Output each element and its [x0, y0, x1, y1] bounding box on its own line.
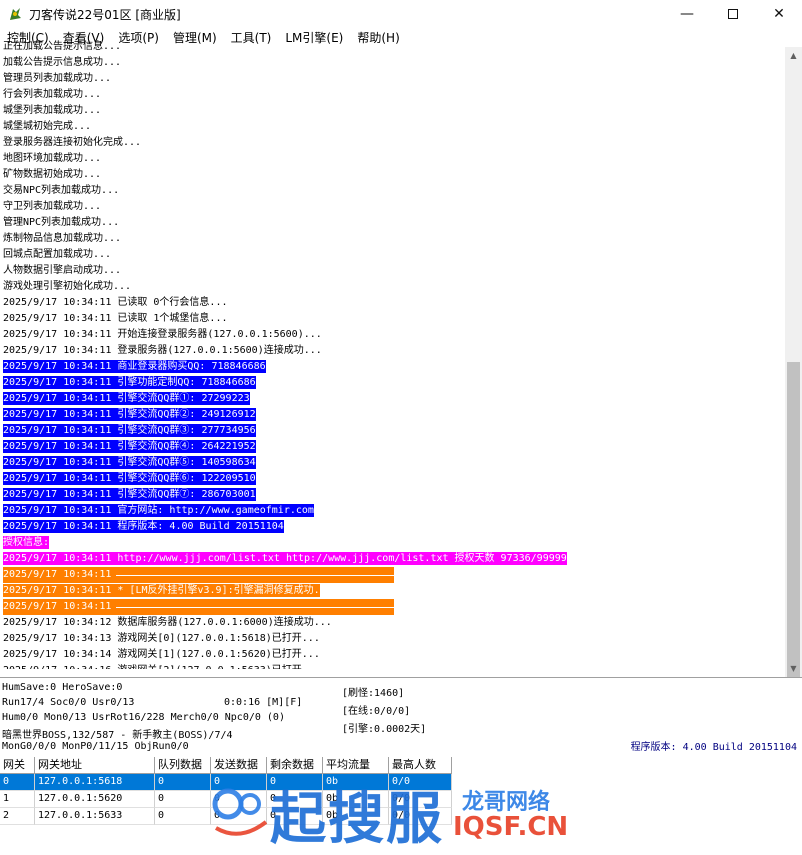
log-line: 矿物数据初始成功...: [3, 169, 102, 180]
table-row[interactable]: 1 127.0.0.1:5620 0 0 0 0b 0/0: [0, 791, 452, 808]
table-cell: 0: [211, 774, 267, 791]
col-header-gate[interactable]: 网关: [0, 757, 35, 774]
log-line: 管理NPC列表加载成功...: [3, 217, 120, 228]
scroll-up-button[interactable]: ▲: [785, 47, 802, 64]
table-cell: 0/0: [389, 808, 452, 825]
log-line: 登录服务器连接初始化完成...: [3, 137, 142, 148]
app-icon: [10, 8, 21, 20]
log-line: 2025/9/17 10:34:11 已读取 1个城堡信息...: [3, 313, 228, 324]
chevron-up-icon: ▲: [790, 51, 797, 60]
table-cell: 0: [0, 774, 35, 791]
col-header-remain[interactable]: 剩余数据: [267, 757, 323, 774]
maximize-button[interactable]: [710, 0, 756, 28]
table-cell: 0: [211, 791, 267, 808]
gateway-table: 网关 网关地址 队列数据 发送数据 剩余数据 平均流量 最高人数 0 127.0.…: [0, 757, 802, 851]
log-line: 2025/9/17 10:34:12 数据库服务器(127.0.0.1:6000…: [3, 617, 332, 628]
log-line: 2025/9/17 10:34:11 * [LM反外挂引擎v3.9]:引擎漏洞修…: [3, 584, 320, 597]
log-line: 行会列表加载成功...: [3, 89, 102, 100]
status-panel: HumSave:0 HeroSave:0 Run17/4 Soc0/0 Usr0…: [0, 677, 802, 757]
log-line: 地图环境加载成功...: [3, 153, 102, 164]
close-button[interactable]: ✕: [756, 0, 802, 28]
table-cell: 0b: [323, 791, 389, 808]
log-line: 2025/9/17 10:34:11 引擎交流QQ群①: 27299223: [3, 392, 250, 405]
col-header-max-users[interactable]: 最高人数: [389, 757, 452, 774]
log-line: 回城点配置加载成功...: [3, 249, 112, 260]
log-line: 管理员列表加载成功...: [3, 73, 112, 84]
log-line: 守卫列表加载成功...: [3, 201, 102, 212]
status-refresh: [刷怪:1460]: [342, 688, 405, 699]
log-output[interactable]: 正在加载公告提示信息... 加载公告提示信息成功... 管理员列表加载成功... 行会…: [0, 39, 785, 669]
title-bar: 刀客传说22号01区 [商业版] — ✕: [0, 0, 802, 28]
col-header-sent[interactable]: 发送数据: [211, 757, 267, 774]
log-line: 2025/9/17 10:34:14 游戏网关[1](127.0.0.1:562…: [3, 649, 320, 660]
chevron-down-icon: ▼: [790, 664, 797, 673]
table-cell: 0/0: [389, 774, 452, 791]
col-header-address[interactable]: 网关地址: [35, 757, 155, 774]
log-line: 2025/9/17 10:34:11 引擎功能定制QQ: 718846686: [3, 376, 256, 389]
table-cell: 0: [155, 791, 211, 808]
log-line: 2025/9/17 10:34:11 登录服务器(127.0.0.1:5600)…: [3, 345, 322, 356]
log-line: 2025/9/17 10:34:11: [0, 599, 785, 615]
log-line: 2025/9/17 10:34:11: [0, 567, 785, 583]
table-cell: 127.0.0.1:5618: [35, 774, 155, 791]
log-line: 城堡列表加载成功...: [3, 105, 102, 116]
table-cell: 0: [211, 808, 267, 825]
version-label: 程序版本: 4.00 Build 20151104: [630, 742, 797, 753]
table-row[interactable]: 0 127.0.0.1:5618 0 0 0 0b 0/0: [0, 774, 452, 791]
table-cell: 0b: [323, 774, 389, 791]
window-title: 刀客传说22号01区 [商业版]: [29, 7, 181, 22]
log-line: 2025/9/17 10:34:11 商业登录器购买QQ: 718846686: [3, 360, 266, 373]
table-cell: 1: [0, 791, 35, 808]
table-cell: 2: [0, 808, 35, 825]
log-line: 2025/9/17 10:34:11 引擎交流QQ群④: 264221952: [3, 440, 256, 453]
log-line: 炼制物品信息加载成功...: [3, 233, 122, 244]
log-line: 加载公告提示信息成功...: [3, 57, 122, 68]
log-line: 城堡城初始完成...: [3, 121, 92, 132]
col-header-traffic[interactable]: 平均流量: [323, 757, 389, 774]
status-mon: MonG0/0/0 MonP0/11/15 ObjRun0/0: [2, 741, 189, 752]
log-line: 2025/9/17 10:34:11 引擎交流QQ群②: 249126912: [3, 408, 256, 421]
table-cell: 0b: [323, 808, 389, 825]
table-cell: 0: [155, 774, 211, 791]
minimize-button[interactable]: —: [664, 0, 710, 28]
table-cell: 127.0.0.1:5633: [35, 808, 155, 825]
status-hum: Hum0/0 Mon0/13 UsrRot16/228 Merch0/0 Npc…: [2, 712, 285, 723]
status-time: 0:0:16 [M][F]: [224, 697, 303, 708]
maximize-icon: [728, 9, 738, 19]
log-line: 2025/9/17 10:34:11 引擎交流QQ群⑤: 140598634: [3, 456, 256, 469]
scroll-down-button[interactable]: ▼: [785, 660, 802, 677]
close-icon: ✕: [773, 6, 785, 22]
log-line: 正在加载公告提示信息...: [3, 41, 122, 52]
log-line: 2025/9/17 10:34:11 http://www.jjj.com/li…: [3, 552, 567, 565]
log-line: 2025/9/17 10:34:11 程序版本: 4.00 Build 2015…: [3, 520, 284, 533]
log-line: 交易NPC列表加载成功...: [3, 185, 120, 196]
status-engine: [引擎:0.0002天]: [342, 724, 427, 735]
log-line: 授权信息:: [3, 536, 50, 549]
log-line: 游戏处理引擎初始化成功...: [3, 281, 132, 292]
log-line: 2025/9/17 10:34:13 游戏网关[0](127.0.0.1:561…: [3, 633, 320, 644]
minimize-icon: —: [680, 6, 694, 22]
table-cell: 0: [267, 774, 323, 791]
status-online: [在线:0/0/0]: [342, 706, 411, 717]
log-line: 2025/9/17 10:34:11 已读取 0个行会信息...: [3, 297, 228, 308]
status-save: HumSave:0 HeroSave:0: [2, 682, 123, 693]
scroll-thumb[interactable]: [787, 362, 800, 692]
log-line: 2025/9/17 10:34:11 官方网站: http://www.game…: [3, 504, 314, 517]
log-line: 2025/9/17 10:34:11 引擎交流QQ群⑦: 286703001: [3, 488, 256, 501]
table-cell: 0/0: [389, 791, 452, 808]
table-cell: 0: [267, 808, 323, 825]
log-line: 2025/9/17 10:34:16 游戏网关[2](127.0.0.1:563…: [0, 663, 785, 669]
log-line: 2025/9/17 10:34:11 引擎交流QQ群⑥: 122209510: [3, 472, 256, 485]
table-cell: 127.0.0.1:5620: [35, 791, 155, 808]
status-run: Run17/4 Soc0/0 Usr0/13: [2, 697, 135, 708]
table-cell: 0: [155, 808, 211, 825]
table-cell: 0: [267, 791, 323, 808]
col-header-queue[interactable]: 队列数据: [155, 757, 211, 774]
table-row[interactable]: 2 127.0.0.1:5633 0 0 0 0b 0/0: [0, 808, 452, 825]
status-boss: 暗黑世界BOSS,132/587 - 新手教主(BOSS)/7/4: [2, 730, 233, 741]
log-line: 2025/9/17 10:34:11 开始连接登录服务器(127.0.0.1:5…: [3, 329, 322, 340]
log-line: 2025/9/17 10:34:11 引擎交流QQ群③: 277734956: [3, 424, 256, 437]
log-scrollbar[interactable]: ▲ ▼: [785, 47, 802, 692]
log-line: 人物数据引擎启动成功...: [3, 265, 122, 276]
